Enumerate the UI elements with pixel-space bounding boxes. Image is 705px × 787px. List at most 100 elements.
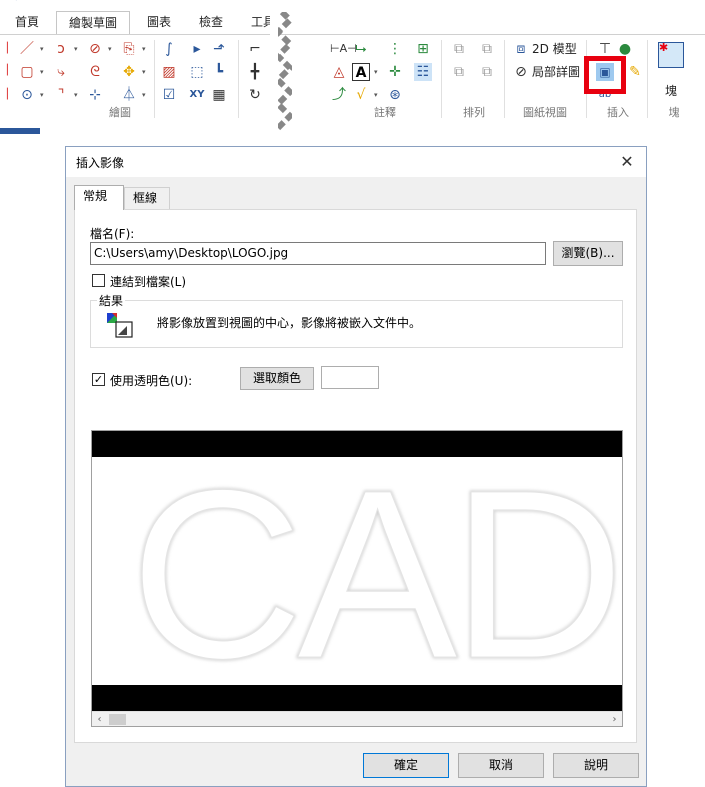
table-edit-icon[interactable]: ☑ <box>160 86 178 104</box>
tab-border[interactable]: 框線 <box>124 187 170 209</box>
insert-object-icon[interactable]: ✎ <box>626 63 644 81</box>
tab-general[interactable]: 常規 <box>74 185 124 210</box>
weld-icon[interactable]: ⤴ <box>330 86 348 104</box>
close-icon[interactable]: ✕ <box>616 151 638 173</box>
mirror-icon[interactable]: ⏃ <box>120 86 138 104</box>
trim-icon[interactable]: ⊘ <box>86 40 104 58</box>
dialog-titlebar[interactable]: 插入影像 ✕ <box>66 147 646 177</box>
insert-image-dialog: 插入影像 ✕ 常規 框線 檔名(F): C:\Users\amy\Desktop… <box>65 146 647 787</box>
note-icon[interactable]: ⊢A⊣ <box>330 40 357 58</box>
tab-home[interactable]: 首頁 <box>4 11 50 35</box>
rotate-icon[interactable]: ↻ <box>246 86 264 104</box>
document-tab-strip <box>0 128 40 134</box>
preview-scrollbar[interactable]: ‹ › <box>92 711 622 726</box>
highlight-insert-image <box>584 56 626 94</box>
move-icon[interactable]: ✥ <box>120 63 138 81</box>
hatch-icon[interactable]: ▨ <box>160 63 178 81</box>
browse-button[interactable]: 瀏覽(B)... <box>553 241 623 266</box>
torn-edge <box>270 12 292 132</box>
offset-dropdown-icon[interactable]: ▾ <box>142 40 150 58</box>
edge-tool-icon-3[interactable]: ▕ <box>0 86 8 104</box>
model-2d-icon[interactable]: ⧈ <box>512 40 530 58</box>
link-to-file-checkbox[interactable] <box>92 274 105 287</box>
edge-tool-icon-2[interactable]: ▕ <box>0 62 8 80</box>
ok-button[interactable]: 確定 <box>363 753 449 778</box>
circle-dropdown-icon[interactable]: ▾ <box>40 86 48 104</box>
scroll-left-icon[interactable]: ‹ <box>92 712 107 726</box>
leader-icon[interactable]: ⮡ <box>352 40 370 58</box>
group-label-block: 塊 <box>668 106 680 119</box>
centerline-icon[interactable]: ⋮ <box>386 40 404 58</box>
text-icon[interactable]: A <box>352 63 370 81</box>
circle-icon[interactable]: ⊙ <box>18 86 36 104</box>
send-back-icon[interactable]: ⧉ <box>478 40 496 58</box>
extend-icon[interactable]: ᘓ <box>86 63 104 81</box>
image-placement-icon <box>107 313 133 338</box>
mirror-dropdown-icon[interactable]: ▾ <box>142 86 150 104</box>
spline-icon[interactable]: ∫ <box>160 40 178 58</box>
help-button[interactable]: 說明 <box>553 753 639 778</box>
fillet-dropdown-icon[interactable]: ▾ <box>74 86 82 104</box>
grid-icon[interactable]: ▦ <box>210 86 228 104</box>
hole-table-icon[interactable]: ⊞ <box>414 40 432 58</box>
block-icon[interactable]: ✱ <box>658 42 684 68</box>
select-window-icon[interactable]: ⬏ <box>210 40 228 58</box>
surface-finish-dropdown-icon[interactable]: ▾ <box>374 86 382 104</box>
datum-icon[interactable]: ◬ <box>330 63 348 81</box>
group-label-annotation: 註釋 <box>374 106 396 119</box>
text-dropdown-icon[interactable]: ▾ <box>374 63 382 81</box>
separator <box>504 40 505 118</box>
crosshair-icon[interactable]: ╋ <box>246 63 264 81</box>
surface-finish-icon[interactable]: √ <box>352 86 370 104</box>
color-swatch[interactable] <box>321 366 379 389</box>
tab-inspect[interactable]: 檢查 <box>188 11 234 35</box>
scroll-right-icon[interactable]: › <box>607 712 622 726</box>
group-label-sheet-view: 圖紙視圖 <box>523 106 567 119</box>
arc-icon[interactable]: ↄ <box>52 40 70 58</box>
preview-top-bar <box>92 431 622 457</box>
detail-view-label[interactable]: 局部詳圖 <box>532 63 580 81</box>
transparent-color-checkbox[interactable]: ✓ <box>92 373 105 386</box>
move-dropdown-icon[interactable]: ▾ <box>142 63 150 81</box>
model-2d-label[interactable]: 2D 模型 <box>532 40 577 58</box>
revision-table-icon[interactable]: ☷ <box>414 63 432 81</box>
bring-forward-icon[interactable]: ⧉ <box>450 63 468 81</box>
image-preview: CAD CAD ‹ › <box>91 430 623 727</box>
lasso-select-icon[interactable]: ⬚ <box>188 63 206 81</box>
group-label-draw: 繪圖 <box>109 106 131 119</box>
center-mark-icon[interactable]: ✛ <box>386 63 404 81</box>
corner-icon[interactable]: ⌐ <box>246 40 264 58</box>
svg-text:CAD: CAD <box>130 457 619 685</box>
grid-select-icon[interactable]: ▸ <box>188 40 206 58</box>
line-dropdown-icon[interactable]: ▾ <box>40 40 48 58</box>
detail-view-icon[interactable]: ⊘ <box>512 63 530 81</box>
tab-sketch[interactable]: 繪製草圖 <box>56 11 130 35</box>
result-groupbox: 結果 將影像放置到視圖的中心，影像將被嵌入文件中。 <box>90 292 623 348</box>
bring-front-icon[interactable]: ⧉ <box>450 40 468 58</box>
ortho-icon[interactable]: ┗ <box>210 63 228 81</box>
curve-icon[interactable]: ⤷ <box>52 63 70 81</box>
fillet-icon[interactable]: ⌝ <box>52 86 70 104</box>
filename-input[interactable]: C:\Users\amy\Desktop\LOGO.jpg <box>90 242 546 265</box>
send-backward-icon[interactable]: ⧉ <box>478 63 496 81</box>
xy-coordinate-icon[interactable]: XY <box>186 86 208 104</box>
edge-tool-icon[interactable]: ▕ <box>0 40 8 58</box>
balloon-icon[interactable]: ⊛ <box>386 86 404 104</box>
block-label[interactable]: 塊 <box>665 82 677 100</box>
rectangle-dropdown-icon[interactable]: ▾ <box>40 63 48 81</box>
line-icon[interactable]: ／ <box>18 40 36 58</box>
break-icon[interactable]: ⊹ <box>86 86 104 104</box>
offset-icon[interactable]: ⎘ <box>120 40 138 58</box>
rectangle-icon[interactable]: ▢ <box>18 63 36 81</box>
group-label-insert: 插入 <box>607 106 629 119</box>
separator <box>154 40 155 118</box>
quick-access-chevron-icon[interactable]: ✓ <box>14 0 24 4</box>
trim-dropdown-icon[interactable]: ▾ <box>108 40 116 58</box>
separator <box>441 40 442 118</box>
arc-dropdown-icon[interactable]: ▾ <box>74 40 82 58</box>
cancel-button[interactable]: 取消 <box>458 753 544 778</box>
tab-diagram[interactable]: 圖表 <box>136 11 182 35</box>
link-to-file-label: 連結到檔案(L) <box>110 275 187 289</box>
scroll-thumb[interactable] <box>109 714 126 725</box>
choose-color-button[interactable]: 選取顏色 <box>240 367 314 390</box>
